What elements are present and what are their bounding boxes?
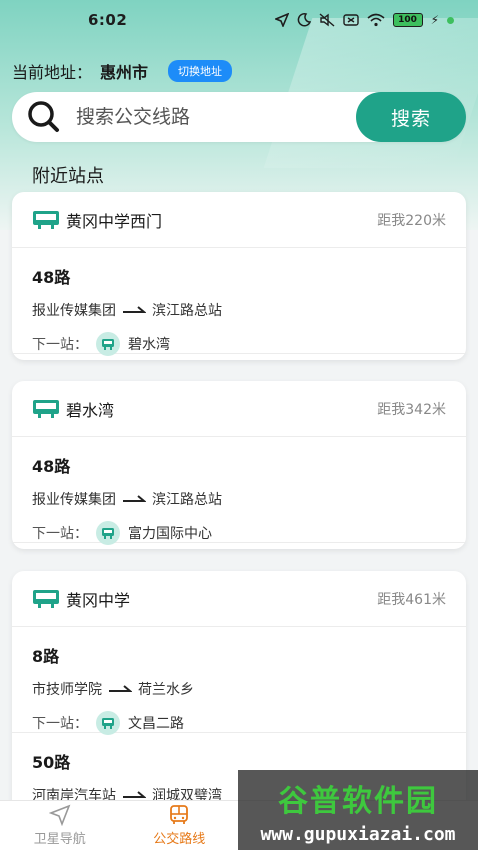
mute-icon <box>319 13 335 27</box>
bus-badge-icon <box>96 332 120 356</box>
route-item[interactable]: 8路 市技师学院 荷兰水乡 下一站： 文昌二路 <box>12 627 466 735</box>
stop-card-header: 碧水湾 距我342米 <box>12 381 466 437</box>
bus-badge-icon <box>96 711 120 735</box>
route-item[interactable]: 48路 报业传媒集团 滨江路总站 下一站： 碧水湾 <box>12 248 466 356</box>
route-to: 荷兰水乡 <box>138 682 194 698</box>
next-stop-name: 文昌二路 <box>128 716 184 732</box>
switch-address-button[interactable]: 切换地址 <box>168 60 233 82</box>
stop-card-header: 黄冈中学 距我461米 <box>12 571 466 627</box>
stop-name: 黄冈中学 <box>66 590 131 610</box>
route-from: 报业传媒集团 <box>32 492 116 508</box>
search-icon <box>28 101 59 132</box>
next-stop-label: 下一站： <box>32 716 88 732</box>
bus-badge-icon <box>96 521 120 545</box>
route-direction: 报业传媒集团 滨江路总站 <box>32 300 446 320</box>
next-stop-name: 碧水湾 <box>128 337 170 353</box>
next-stop-name: 富力国际中心 <box>128 526 212 542</box>
watermark-logo: 谷普软件园 www.gupuxiazai.com <box>238 770 478 850</box>
route-direction: 报业传媒集团 滨江路总站 <box>32 489 446 509</box>
stop-distance: 距我461米 <box>377 591 446 608</box>
route-to: 滨江路总站 <box>152 492 222 508</box>
next-stop-row: 下一站： 文昌二路 <box>32 711 446 735</box>
no-sim-icon <box>342 14 359 26</box>
stop-distance: 距我342米 <box>377 401 446 418</box>
arrow-right-icon <box>123 791 146 798</box>
search-bar: 搜索 <box>12 92 466 142</box>
nav-label: 卫星导航 <box>33 832 86 847</box>
nav-item-satellite-navigation[interactable]: 卫星导航 <box>0 801 120 850</box>
charging-icon: ⚡ <box>430 13 439 27</box>
watermark-main-text: 谷普软件园 <box>278 783 438 819</box>
location-row: 当前地址： 惠州市 切换地址 <box>12 58 233 84</box>
search-input[interactable] <box>76 106 356 128</box>
nav-label: 公交路线 <box>153 832 206 847</box>
route-item[interactable]: 48路 报业传媒集团 滨江路总站 下一站： 富力国际中心 <box>12 437 466 545</box>
navigation-arrow-icon <box>48 804 71 826</box>
battery-icon: 100 <box>392 13 423 27</box>
bus-stop-icon <box>33 210 59 229</box>
route-to: 滨江路总站 <box>152 303 222 319</box>
search-button[interactable]: 搜索 <box>356 92 466 142</box>
next-stop-row: 下一站： 碧水湾 <box>32 332 446 356</box>
status-icons: 100 ⚡ <box>274 13 454 27</box>
stop-card[interactable]: 碧水湾 距我342米 48路 报业传媒集团 滨江路总站 下一站： 富力国际中心 <box>12 381 466 549</box>
arrow-right-icon <box>123 495 146 502</box>
status-dot-icon <box>447 16 454 24</box>
bus-stop-icon <box>33 399 59 418</box>
moon-icon <box>297 13 311 27</box>
next-stop-row: 下一站： 富力国际中心 <box>32 521 446 545</box>
location-label: 当前地址： <box>12 63 93 82</box>
status-time: 6:02 <box>88 11 128 29</box>
stop-distance: 距我220米 <box>377 212 446 229</box>
location-city: 惠州市 <box>100 63 149 82</box>
stop-card[interactable]: 黄冈中学西门 距我220米 48路 报业传媒集团 滨江路总站 下一站： 碧水湾 <box>12 192 466 360</box>
arrow-right-icon <box>123 306 146 313</box>
section-title: 附近站点 <box>32 166 104 187</box>
route-name: 48路 <box>32 457 71 476</box>
route-direction: 市技师学院 荷兰水乡 <box>32 679 446 699</box>
route-from: 报业传媒集团 <box>32 303 116 319</box>
watermark-url-text: www.gupuxiazai.com <box>260 823 456 845</box>
route-name: 8路 <box>32 647 60 666</box>
arrow-right-icon <box>109 685 132 692</box>
route-name: 48路 <box>32 268 71 287</box>
bus-stop-icon <box>33 589 59 608</box>
stop-name: 碧水湾 <box>66 400 115 420</box>
next-stop-label: 下一站： <box>32 337 88 353</box>
nav-item-bus-routes[interactable]: 公交路线 <box>120 801 240 850</box>
stop-name: 黄冈中学西门 <box>66 211 163 231</box>
wifi-icon <box>367 13 385 27</box>
status-bar: 6:02 100 ⚡ <box>0 0 478 40</box>
location-arrow-icon <box>274 13 289 27</box>
route-from: 市技师学院 <box>32 682 102 698</box>
bus-icon <box>170 805 189 824</box>
stop-card-header: 黄冈中学西门 距我220米 <box>12 192 466 248</box>
next-stop-label: 下一站： <box>32 526 88 542</box>
